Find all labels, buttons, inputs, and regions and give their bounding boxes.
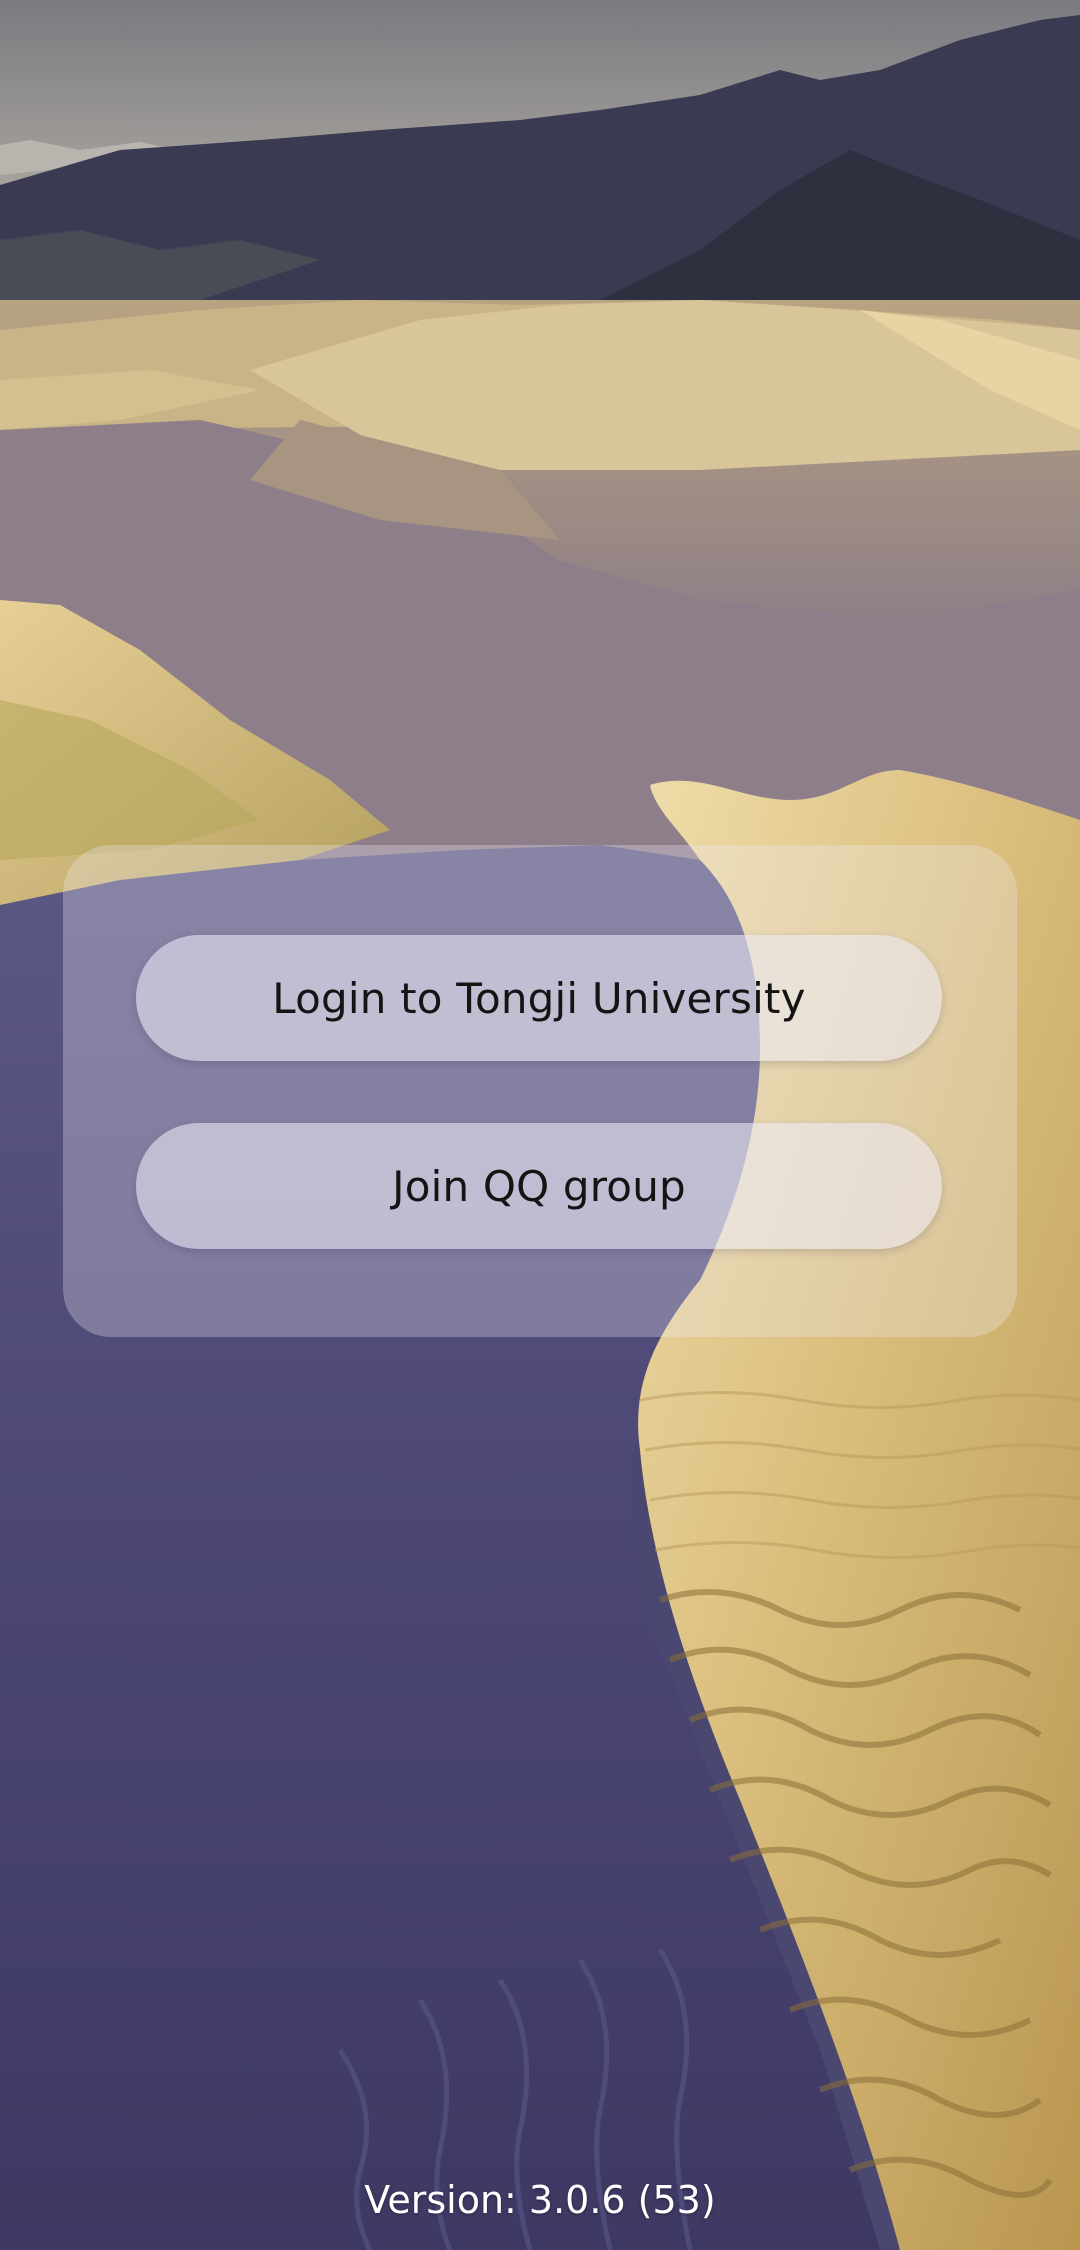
- login-panel: Login to Tongji University Join QQ group: [63, 845, 1017, 1337]
- login-tongji-button[interactable]: Login to Tongji University: [136, 935, 942, 1061]
- join-qq-group-button[interactable]: Join QQ group: [136, 1123, 942, 1249]
- app-screen: Login to Tongji University Join QQ group…: [0, 0, 1080, 2250]
- version-label: Version: 3.0.6 (53): [364, 2178, 716, 2222]
